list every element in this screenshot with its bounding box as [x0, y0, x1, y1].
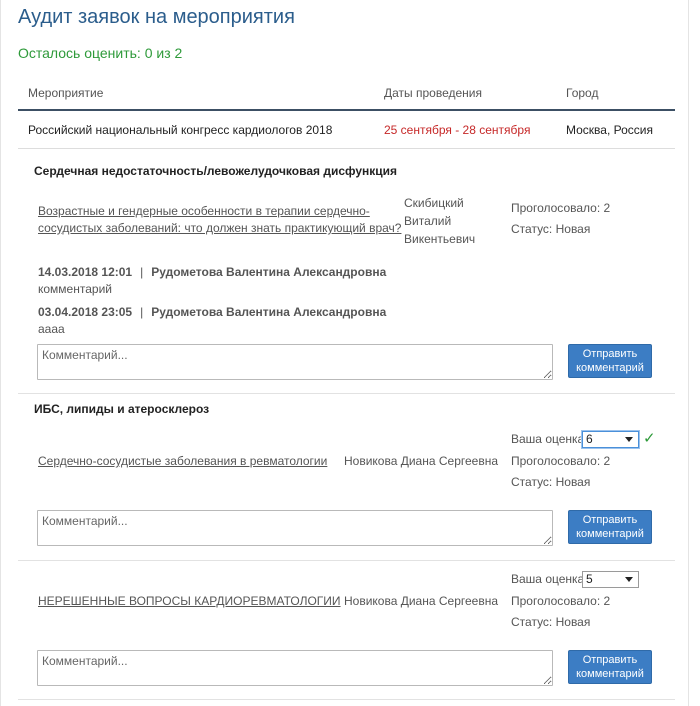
comment-header: 14.03.2018 12:01 | Рудометова Валентина Ал… [38, 265, 386, 279]
application-link-line: сосудистых заболеваний: что должен знать… [38, 221, 402, 235]
check-icon: ✓ [643, 430, 656, 447]
send-comment-button[interactable]: Отправить комментарий [568, 344, 652, 378]
event-city: Москва, Россия [566, 123, 653, 137]
application-author: Скибицкий Виталий Викентьевич [404, 194, 475, 248]
send-comment-button[interactable]: Отправить комментарий [568, 650, 652, 684]
comment-text: аааа [38, 322, 65, 336]
comment-text: комментарий [38, 282, 112, 296]
application-link[interactable]: Сердечно-сосудистые заболевания в ревмат… [38, 453, 327, 470]
your-score-label: Ваша оценка [511, 572, 585, 586]
column-header-city: Город [566, 86, 599, 100]
send-button-label: Отправить [582, 514, 638, 526]
votes-count: Проголосовало: 2 [511, 201, 611, 215]
page-right-border [688, 0, 689, 706]
application-link-line: Возрастные и гендерные особенности в тер… [38, 204, 370, 218]
item-divider [18, 560, 675, 561]
page-title: Аудит заявок на мероприятия [18, 6, 295, 28]
section-title: ИБС, липиды и атеросклероз [34, 402, 210, 416]
send-button-label: комментарий [576, 528, 644, 540]
item-divider [18, 699, 675, 700]
event-name: Российский национальный конгресс кардиол… [28, 123, 333, 137]
event-row-divider [18, 148, 675, 149]
your-score-label: Ваша оценка [511, 432, 585, 446]
section-divider [18, 393, 675, 394]
application-author: Новикова Диана Сергеевна [344, 594, 499, 608]
score-select[interactable]: 5 [582, 571, 639, 588]
author-line: Викентьевич [404, 232, 476, 246]
votes-count: Проголосовало: 2 [511, 594, 611, 608]
remaining-counter: Осталось оценить: 0 из 2 [18, 45, 183, 61]
comment-separator: | [140, 265, 144, 279]
send-button-label: Отправить [582, 348, 638, 360]
votes-count: Проголосовало: 2 [511, 454, 611, 468]
comment-input[interactable] [37, 344, 553, 380]
status-label: Статус: Новая [511, 615, 591, 629]
comment-datetime: 03.04.2018 23:05 [38, 305, 133, 319]
score-value: 5 [586, 572, 593, 586]
application-link[interactable]: НЕРЕШЕННЫЕ ВОПРОСЫ КАРДИОРЕВМАТОЛОГИИ [38, 593, 341, 610]
score-value: 6 [586, 432, 593, 446]
comment-author: Рудометова Валентина Александровна [151, 305, 387, 319]
comment-header: 03.04.2018 23:05 | Рудометова Валентина Ал… [38, 305, 386, 319]
status-label: Статус: Новая [511, 222, 591, 236]
table-header-divider [18, 109, 675, 111]
application-author: Новикова Диана Сергеевна [344, 454, 499, 468]
application-link[interactable]: Возрастные и гендерные особенности в тер… [38, 203, 401, 237]
comment-input[interactable] [37, 650, 553, 686]
chevron-down-icon [625, 437, 633, 442]
send-comment-button[interactable]: Отправить комментарий [568, 510, 652, 544]
column-header-dates: Даты проведения [384, 86, 482, 100]
comment-input[interactable] [37, 510, 553, 546]
comment-author: Рудометова Валентина Александровна [151, 265, 387, 279]
status-label: Статус: Новая [511, 475, 591, 489]
page-left-border [0, 0, 1, 706]
send-button-label: Отправить [582, 654, 638, 666]
author-line: Виталий [404, 214, 452, 228]
score-select[interactable]: 6 [582, 431, 639, 448]
comment-separator: | [140, 305, 144, 319]
comment-datetime: 14.03.2018 12:01 [38, 265, 133, 279]
section-title: Сердечная недостаточность/левожелудочков… [34, 164, 398, 178]
send-button-label: комментарий [576, 362, 644, 374]
column-header-event: Мероприятие [28, 86, 104, 100]
send-button-label: комментарий [576, 668, 644, 680]
chevron-down-icon [625, 577, 633, 582]
author-line: Скибицкий [404, 196, 464, 210]
event-dates: 25 сентября - 28 сентября [384, 123, 531, 137]
